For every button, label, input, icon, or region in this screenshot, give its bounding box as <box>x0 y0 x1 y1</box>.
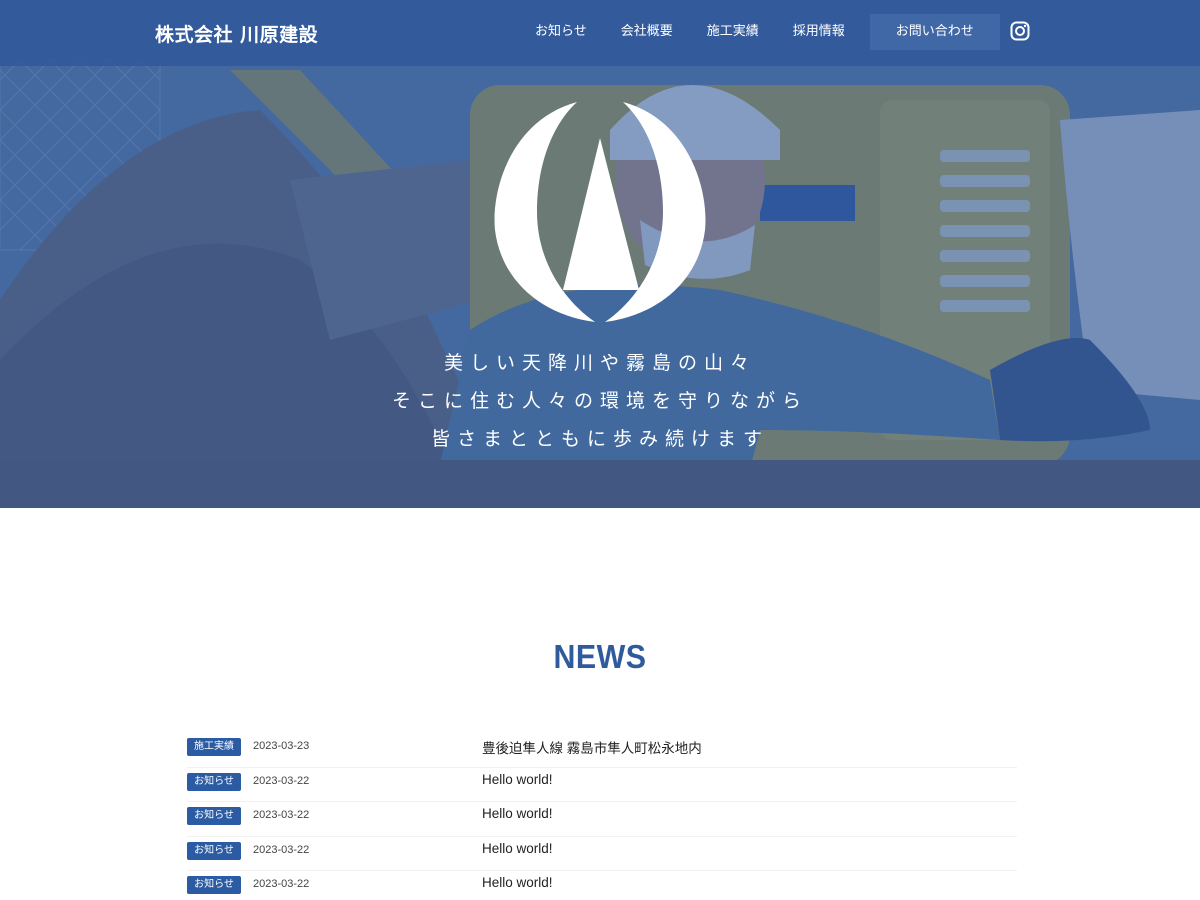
news-date: 2023-03-22 <box>253 774 310 787</box>
news-item[interactable]: お知らせ 2023-03-22 Hello world! <box>187 768 1017 803</box>
site-title[interactable]: 株式会社 川原建設 <box>155 20 318 47</box>
news-title-link[interactable]: Hello world! <box>482 772 553 787</box>
news-category-badge: お知らせ <box>187 876 241 895</box>
news-list: 施工実績 2023-03-23 豊後迫隼人線 霧島市隼人町松永地内 お知らせ 2… <box>187 733 1017 900</box>
news-date: 2023-03-22 <box>253 809 310 822</box>
news-item[interactable]: 施工実績 2023-03-23 豊後迫隼人線 霧島市隼人町松永地内 <box>187 733 1017 768</box>
news-category-badge: お知らせ <box>187 772 241 791</box>
hero-tagline-line-3: 皆さまとともに歩み続けます <box>430 428 769 450</box>
news-date: 2023-03-22 <box>253 878 310 891</box>
hero-tagline-line-1: 美しい天降川や霧島の山々 <box>443 352 756 374</box>
news-date: 2023-03-22 <box>253 843 310 856</box>
nav-item-company[interactable]: 会社概要 <box>604 14 690 50</box>
news-item[interactable]: お知らせ 2023-03-22 Hello world! <box>187 837 1017 872</box>
news-title-link[interactable]: Hello world! <box>482 841 553 856</box>
news-item[interactable]: お知らせ 2023-03-22 Hello world! <box>187 871 1017 900</box>
instagram-icon[interactable] <box>1010 21 1030 41</box>
nav-item-news[interactable]: お知らせ <box>518 14 604 50</box>
nav-item-works[interactable]: 施工実績 <box>690 14 776 50</box>
news-item[interactable]: お知らせ 2023-03-22 Hello world! <box>187 802 1017 837</box>
news-title-link[interactable]: 豊後迫隼人線 霧島市隼人町松永地内 <box>482 737 702 757</box>
news-title-link[interactable]: Hello world! <box>482 806 553 821</box>
site-header: 株式会社 川原建設 お知らせ 会社概要 施工実績 採用情報 お問い合わせ <box>0 0 1200 66</box>
news-category-badge: 施工実績 <box>187 738 241 756</box>
news-heading: NEWS <box>553 638 647 675</box>
news-category-badge: お知らせ <box>187 841 241 860</box>
hero-section: 美しい天降川や霧島の山々 そこに住む人々の環境を守りながら 皆さまとともに歩み続… <box>0 0 1200 508</box>
news-date: 2023-03-23 <box>253 740 310 752</box>
main-nav: お知らせ 会社概要 施工実績 採用情報 お問い合わせ <box>518 14 1000 50</box>
news-title-link[interactable]: Hello world! <box>482 875 553 890</box>
news-category-badge: お知らせ <box>187 807 241 826</box>
hero-tagline-line-2: そこに住む人々の環境を守りながら <box>391 390 808 412</box>
nav-item-recruit[interactable]: 採用情報 <box>776 14 862 50</box>
kawahara-logo-icon <box>494 102 706 322</box>
contact-button[interactable]: お問い合わせ <box>869 14 1000 50</box>
